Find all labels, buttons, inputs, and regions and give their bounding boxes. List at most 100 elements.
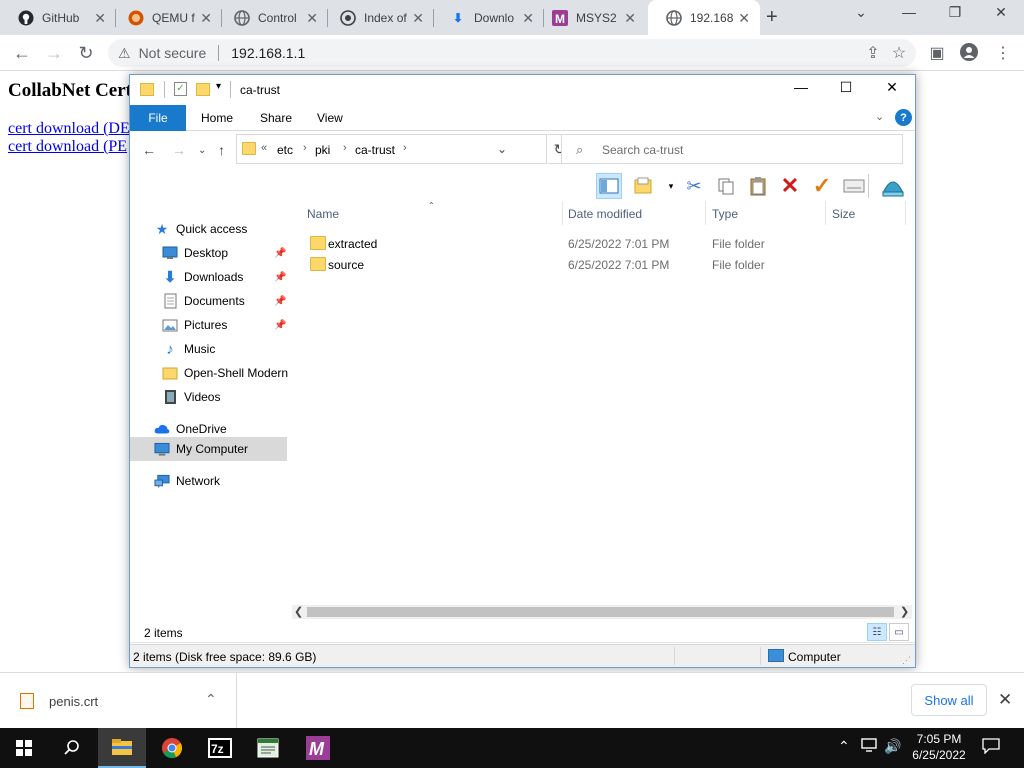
customize-quick-access-icon[interactable]: ▾ bbox=[216, 81, 221, 92]
close-tab-icon[interactable]: ✕ bbox=[306, 10, 318, 27]
nav-music[interactable]: ♪ Music bbox=[162, 337, 215, 361]
large-icons-view-icon[interactable]: ▭ bbox=[889, 623, 909, 641]
network-tray-icon[interactable] bbox=[861, 738, 877, 755]
close-tab-icon[interactable]: ✕ bbox=[94, 10, 106, 27]
cert-download-der-link[interactable]: cert download (DE bbox=[8, 120, 130, 138]
nav-network[interactable]: Network bbox=[154, 469, 220, 493]
profile-avatar-icon[interactable] bbox=[958, 43, 980, 66]
close-tab-icon[interactable]: ✕ bbox=[624, 10, 636, 27]
url-text[interactable]: 192.168.1.1 bbox=[231, 45, 305, 61]
show-hidden-icons-chevron-icon[interactable]: ⌃ bbox=[838, 738, 850, 755]
side-panel-icon[interactable]: ▣ bbox=[926, 43, 948, 63]
column-size[interactable]: Size bbox=[832, 207, 855, 221]
shell-icon[interactable] bbox=[880, 173, 906, 199]
warning-icon[interactable]: ⚠ bbox=[118, 45, 131, 62]
minimize-icon[interactable]: — bbox=[778, 79, 824, 101]
nav-quick-access[interactable]: ★ Quick access bbox=[154, 217, 248, 241]
taskbar-chrome[interactable] bbox=[148, 728, 196, 768]
cut-icon[interactable]: ✂ bbox=[681, 173, 707, 199]
back-arrow-icon[interactable]: ← bbox=[142, 142, 156, 158]
tab-file[interactable]: File bbox=[130, 105, 186, 131]
column-date-modified[interactable]: Date modified bbox=[568, 207, 642, 221]
pin-icon[interactable]: 📌 bbox=[274, 320, 286, 331]
back-button[interactable]: ← bbox=[10, 41, 34, 65]
download-item[interactable]: penis.crt ⌃ bbox=[0, 673, 237, 729]
reload-button[interactable]: ↻ bbox=[74, 41, 98, 65]
search-button[interactable] bbox=[48, 728, 96, 768]
nav-downloads[interactable]: ⬇ Downloads 📌 bbox=[162, 265, 288, 289]
tab-search-icon[interactable]: ⌄ bbox=[838, 4, 884, 21]
breadcrumb-chevron-icon[interactable]: › bbox=[343, 142, 347, 154]
scroll-left-arrow-icon[interactable]: ❮ bbox=[294, 605, 303, 618]
address-bar[interactable]: « etc › pki › ca-trust › ⌄ bbox=[236, 134, 547, 164]
preview-pane-icon[interactable] bbox=[596, 173, 622, 199]
cert-download-pem-link[interactable]: cert download (PE bbox=[8, 138, 127, 156]
bookmark-star-icon[interactable]: ☆ bbox=[888, 43, 910, 63]
nav-videos[interactable]: Videos bbox=[162, 385, 220, 409]
address-bar[interactable]: ⚠ Not secure 192.168.1.1 bbox=[108, 39, 916, 67]
properties-icon[interactable]: ✓ bbox=[174, 82, 187, 96]
nav-open-shell-modern[interactable]: Open-Shell Modern bbox=[162, 361, 288, 385]
nav-pictures[interactable]: Pictures 📌 bbox=[162, 313, 288, 337]
pin-icon[interactable]: 📌 bbox=[274, 248, 286, 259]
file-row-extracted[interactable]: extracted 6/25/2022 7:01 PM File folder bbox=[298, 233, 898, 254]
pin-icon[interactable]: 📌 bbox=[274, 296, 286, 307]
close-icon[interactable]: ✕ bbox=[869, 79, 915, 101]
taskbar-msys2[interactable]: M bbox=[294, 728, 342, 768]
close-tab-icon[interactable]: ✕ bbox=[412, 10, 424, 27]
close-window-icon[interactable]: ✕ bbox=[978, 4, 1024, 21]
up-arrow-icon[interactable]: ↑ bbox=[218, 142, 225, 158]
taskbar-file-explorer[interactable] bbox=[98, 728, 146, 768]
minimize-icon[interactable]: — bbox=[886, 4, 932, 20]
help-button[interactable]: ? bbox=[895, 109, 912, 126]
column-divider[interactable] bbox=[562, 201, 563, 225]
maximize-icon[interactable]: ☐ bbox=[823, 79, 869, 101]
column-type[interactable]: Type bbox=[712, 207, 738, 221]
share-icon[interactable]: ⇪ bbox=[862, 43, 884, 63]
new-folder-icon[interactable] bbox=[196, 83, 210, 96]
menu-kebab-icon[interactable]: ⋮ bbox=[992, 43, 1014, 63]
address-dropdown-icon[interactable]: ⌄ bbox=[497, 142, 507, 156]
start-button[interactable] bbox=[0, 728, 48, 768]
tab-downloads[interactable]: ⬇ Downlo ✕ bbox=[432, 0, 544, 35]
tab-view[interactable]: View bbox=[317, 111, 343, 125]
restore-icon[interactable]: ❐ bbox=[932, 4, 978, 21]
properties-check-icon[interactable]: ✓ bbox=[809, 173, 835, 199]
delete-icon[interactable]: ✕ bbox=[777, 173, 803, 199]
horizontal-scrollbar[interactable]: ❮ ❯ bbox=[292, 605, 912, 619]
new-tab-button[interactable]: + bbox=[766, 6, 778, 29]
search-placeholder[interactable]: Search ca-trust bbox=[602, 143, 683, 157]
nav-desktop[interactable]: Desktop 📌 bbox=[162, 241, 288, 265]
nav-documents[interactable]: Documents 📌 bbox=[162, 289, 288, 313]
tab-home[interactable]: Home bbox=[201, 111, 233, 125]
tab-192-168[interactable]: 192.168 ✕ bbox=[648, 0, 760, 35]
breadcrumb-pki[interactable]: pki bbox=[315, 143, 330, 157]
column-divider[interactable] bbox=[705, 201, 706, 225]
file-name[interactable]: extracted bbox=[328, 237, 377, 251]
breadcrumb-chevron-icon[interactable]: › bbox=[303, 142, 307, 154]
pin-icon[interactable]: 📌 bbox=[274, 272, 286, 283]
close-tab-icon[interactable]: ✕ bbox=[200, 10, 212, 27]
search-box[interactable]: ⌕ Search ca-trust bbox=[561, 134, 903, 164]
tab-msys2[interactable]: M MSYS2 ✕ bbox=[534, 0, 646, 35]
file-name[interactable]: source bbox=[328, 258, 364, 272]
breadcrumb-ca-trust[interactable]: ca-trust bbox=[355, 143, 395, 157]
expand-ribbon-icon[interactable]: ⌄ bbox=[875, 110, 884, 123]
breadcrumb-chevron-icon[interactable]: › bbox=[403, 142, 407, 154]
close-tab-icon[interactable]: ✕ bbox=[738, 10, 750, 27]
column-divider[interactable] bbox=[825, 201, 826, 225]
resize-grip-icon[interactable]: ⋰ bbox=[902, 655, 911, 666]
scrollbar-thumb[interactable] bbox=[307, 607, 894, 617]
recent-locations-chevron-icon[interactable]: ⌄ bbox=[198, 145, 206, 156]
tab-qemu[interactable]: QEMU f ✕ bbox=[110, 0, 222, 35]
scroll-right-arrow-icon[interactable]: ❯ bbox=[900, 605, 909, 618]
forward-arrow-icon[interactable]: → bbox=[172, 142, 186, 158]
show-all-button[interactable]: Show all bbox=[911, 684, 987, 716]
details-view-icon[interactable]: ☷ bbox=[867, 623, 887, 641]
tab-github[interactable]: GitHub ✕ bbox=[0, 0, 116, 35]
email-icon[interactable] bbox=[841, 173, 867, 199]
close-tab-icon[interactable]: ✕ bbox=[522, 10, 534, 27]
views-icon[interactable] bbox=[632, 173, 658, 199]
taskbar-notepad[interactable] bbox=[244, 728, 292, 768]
taskbar-7zip[interactable]: 7z bbox=[196, 728, 244, 768]
